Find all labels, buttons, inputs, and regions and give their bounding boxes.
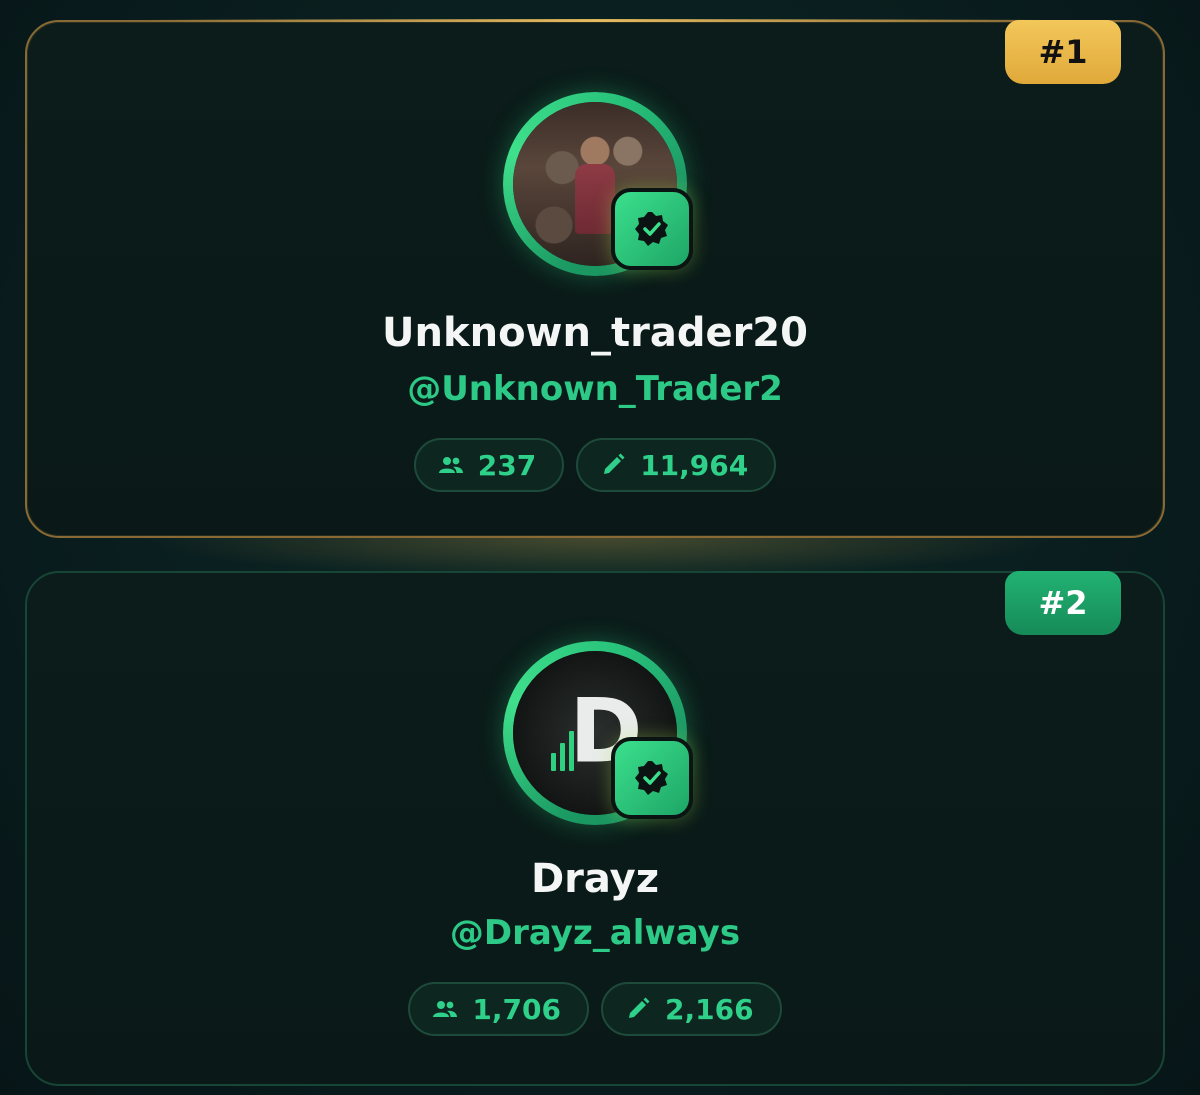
stats-row: 1,706 2,166 — [27, 982, 1163, 1036]
rank-badge: #1 — [1005, 20, 1121, 84]
verified-check-icon — [611, 737, 693, 819]
rank-badge: #2 — [1005, 571, 1121, 635]
posts-pill[interactable]: 11,964 — [576, 438, 777, 492]
pencil-icon — [604, 453, 625, 474]
pencil-icon — [629, 997, 650, 1018]
followers-count: 237 — [477, 448, 537, 482]
stats-row: 237 11,964 — [27, 438, 1163, 492]
leaderboard-card-1[interactable]: #1 Unknown_trader20 @Unknown_Trader2 237 — [25, 19, 1165, 538]
user-handle[interactable]: @Unknown_Trader2 — [27, 369, 1163, 409]
avatar[interactable]: D — [503, 641, 693, 825]
user-handle[interactable]: @Drayz_always — [27, 913, 1163, 953]
verified-check-icon — [611, 188, 693, 270]
leaderboard-card-2[interactable]: #2 D Drayz @Drayz_always 1,706 2,166 — [25, 571, 1165, 1086]
avatar[interactable] — [503, 92, 693, 276]
followers-pill[interactable]: 237 — [413, 438, 565, 492]
posts-count: 11,964 — [640, 448, 749, 482]
posts-pill[interactable]: 2,166 — [601, 982, 782, 1036]
people-icon — [433, 1001, 458, 1017]
display-name[interactable]: Unknown_trader20 — [27, 310, 1163, 356]
people-icon — [438, 457, 463, 473]
followers-count: 1,706 — [472, 992, 561, 1026]
display-name[interactable]: Drayz — [27, 856, 1163, 902]
followers-pill[interactable]: 1,706 — [408, 982, 589, 1036]
posts-count: 2,166 — [665, 992, 754, 1026]
